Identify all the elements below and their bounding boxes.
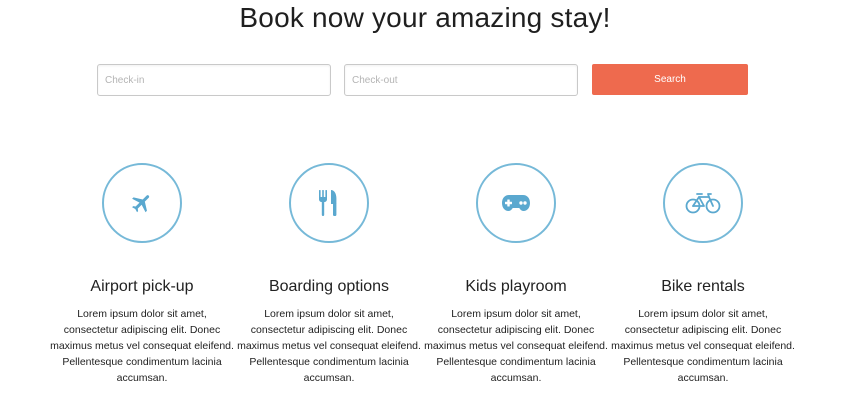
search-button[interactable]: Search	[592, 64, 748, 95]
feature-boarding-options: Boarding options Lorem ipsum dolor sit a…	[236, 163, 422, 386]
feature-description: Lorem ipsum dolor sit amet, consectetur …	[424, 308, 608, 384]
checkin-input[interactable]	[97, 64, 331, 96]
feature-title: Airport pick-up	[90, 278, 194, 295]
feature-title: Boarding options	[268, 278, 390, 295]
feature-description: Lorem ipsum dolor sit amet, consectetur …	[611, 308, 795, 384]
feature-kids-playroom: Kids playroom Lorem ipsum dolor sit amet…	[423, 163, 609, 386]
feature-description: Lorem ipsum dolor sit amet, consectetur …	[50, 308, 234, 384]
feature-title: Bike rentals	[661, 278, 745, 295]
fork-knife-icon	[316, 189, 342, 217]
feature-description: Lorem ipsum dolor sit amet, consectetur …	[237, 308, 421, 384]
feature-icon-circle	[102, 163, 182, 243]
feature-icon-circle	[289, 163, 369, 243]
airplane-icon	[130, 191, 154, 215]
feature-icon-circle	[476, 163, 556, 243]
feature-airport-pickup: Airport pick-up Lorem ipsum dolor sit am…	[49, 163, 235, 386]
bicycle-icon	[685, 192, 721, 214]
page: Book now your amazing stay! Search Airpo…	[0, 0, 850, 400]
feature-bike-rentals: Bike rentals Lorem ipsum dolor sit amet,…	[610, 163, 796, 386]
checkout-input[interactable]	[344, 64, 578, 96]
page-title: Book now your amazing stay!	[239, 2, 611, 33]
gamepad-icon	[501, 194, 531, 212]
feature-title: Kids playroom	[465, 278, 567, 295]
feature-icon-circle	[663, 163, 743, 243]
